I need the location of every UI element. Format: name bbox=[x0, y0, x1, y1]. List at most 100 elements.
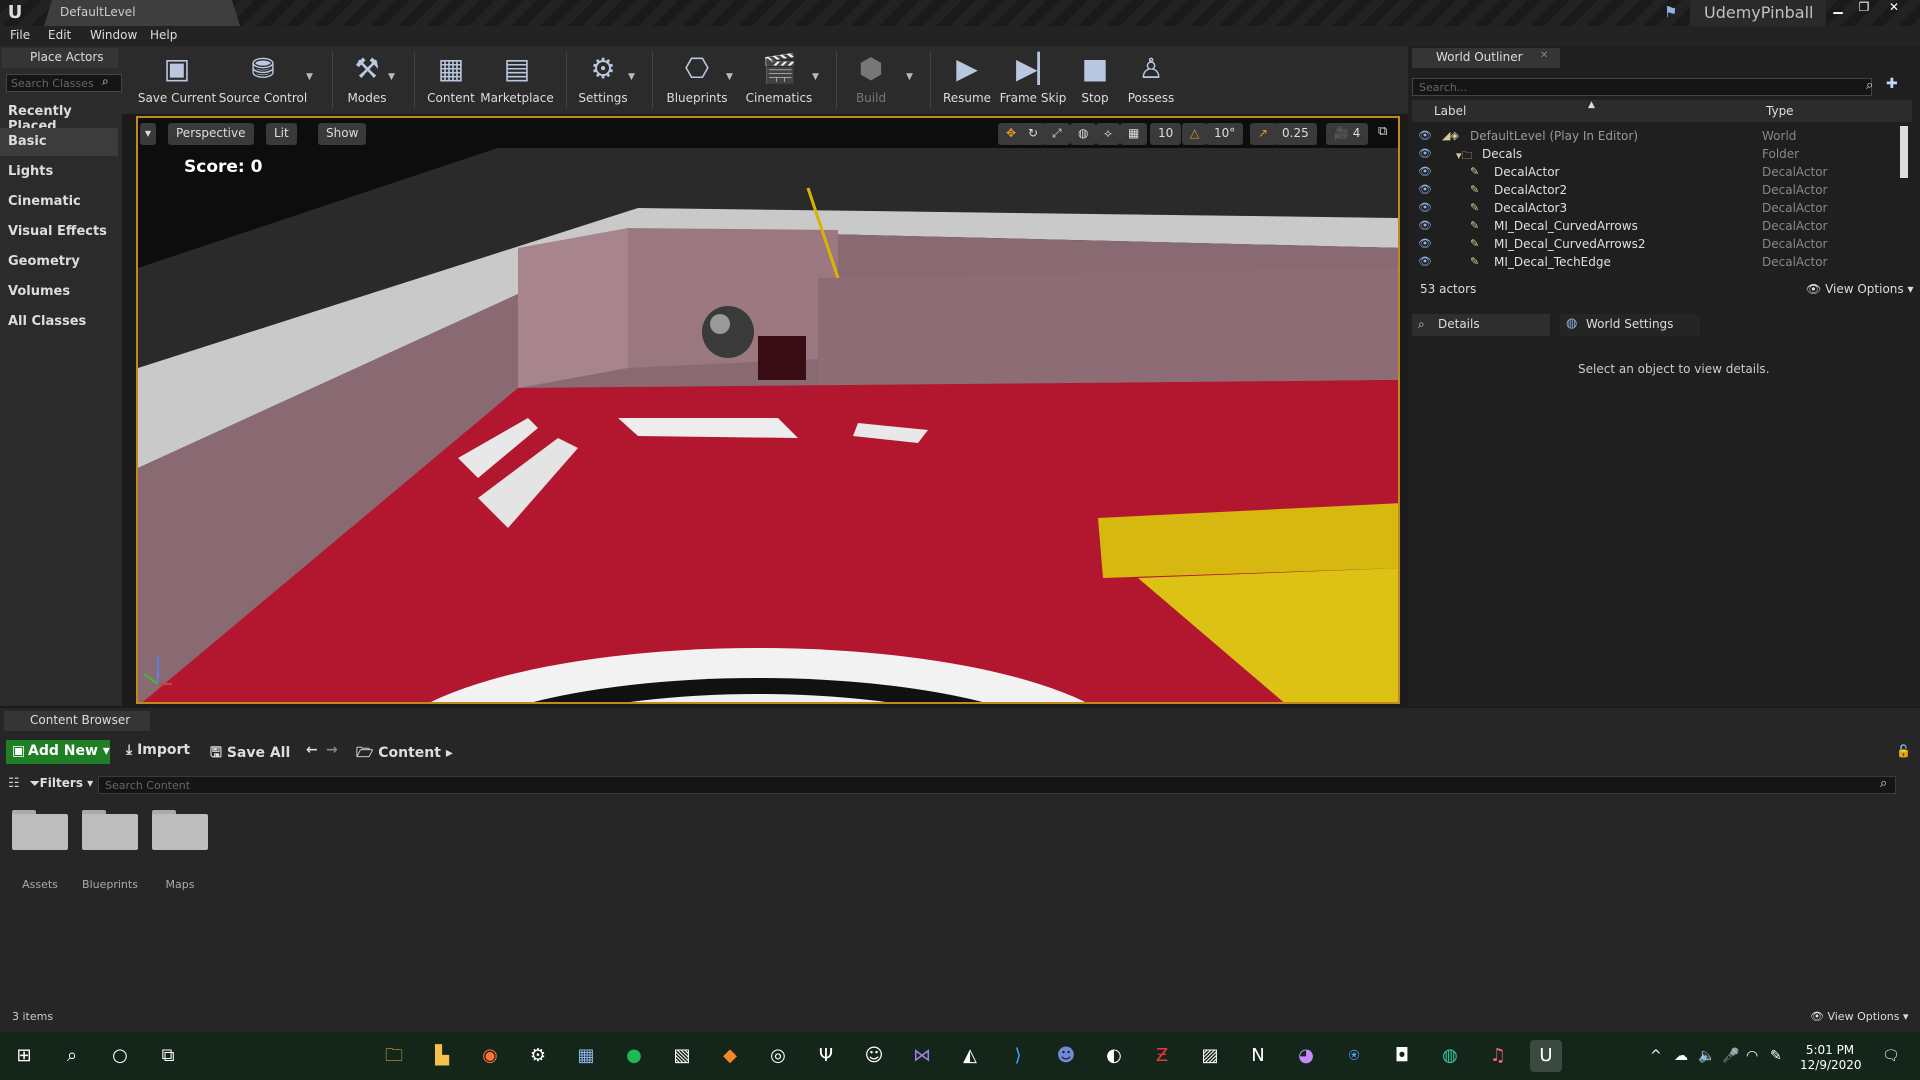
save-all-button[interactable]: 🖫 Save All bbox=[210, 742, 290, 766]
tab-place-actors[interactable]: Place Actors bbox=[2, 48, 118, 68]
app-icon[interactable]: ◕ bbox=[1290, 1040, 1322, 1072]
path-content[interactable]: 🗁 Content ▸ bbox=[356, 742, 453, 766]
visibility-eye-icon[interactable]: 👁 bbox=[1418, 147, 1432, 160]
outliner-row[interactable]: 👁 ✎ MI_Decal_CurvedArrows2 DecalActor bbox=[1412, 236, 1902, 254]
grid-snap-value[interactable]: 10 bbox=[1150, 123, 1182, 145]
minimize-button[interactable]: ▁ bbox=[1826, 0, 1850, 14]
search-icon[interactable]: ⌕ bbox=[1866, 78, 1873, 93]
outliner-row[interactable]: 👁 ✎ MI_Decal_TechEdge DecalActor bbox=[1412, 254, 1902, 272]
viewport-options-button[interactable]: ▾ bbox=[140, 123, 157, 145]
discord-icon[interactable]: ☻ bbox=[1050, 1040, 1082, 1072]
scale-snap-value[interactable]: 0.25 bbox=[1274, 123, 1317, 145]
paint-icon[interactable]: ▨ bbox=[1194, 1040, 1226, 1072]
outliner-row[interactable]: 👁 ◢◈ DefaultLevel (Play In Editor) World bbox=[1412, 128, 1902, 146]
perspective-button[interactable]: Perspective bbox=[168, 123, 254, 145]
content-search-input[interactable]: Search Content bbox=[98, 776, 1896, 794]
import-button[interactable]: ⤓ Import bbox=[126, 742, 190, 758]
outliner-row[interactable]: 👁 ▾🗀 Decals Folder bbox=[1412, 146, 1902, 164]
marketplace-button[interactable]: ▤ Marketplace bbox=[472, 50, 562, 110]
maximize-viewport-icon[interactable]: ⧉ bbox=[1378, 124, 1387, 139]
category-all-classes[interactable]: All Classes bbox=[0, 308, 118, 336]
cinematics-button[interactable]: 🎬 Cinematics bbox=[734, 50, 824, 110]
level-tab[interactable]: DefaultLevel bbox=[44, 0, 240, 26]
system-clock[interactable]: 5:01 PM 12/9/2020 bbox=[1800, 1043, 1862, 1073]
chevron-down-icon[interactable]: ▼ bbox=[812, 72, 819, 82]
forward-arrow-icon[interactable]: → bbox=[326, 742, 338, 758]
settings-icon[interactable]: ⚙ bbox=[522, 1040, 554, 1072]
show-button[interactable]: Show bbox=[318, 123, 367, 145]
category-geometry[interactable]: Geometry bbox=[0, 248, 118, 276]
add-new-button[interactable]: ▣ Add New ▾ bbox=[6, 740, 110, 764]
visibility-eye-icon[interactable]: 👁 bbox=[1418, 201, 1432, 214]
unity-icon[interactable]: ◭ bbox=[954, 1040, 986, 1072]
category-recently-placed[interactable]: Recently Placed bbox=[0, 98, 118, 134]
outliner-scrollbar[interactable] bbox=[1900, 126, 1908, 178]
possess-button[interactable]: ♙ Possess bbox=[1106, 50, 1196, 110]
notion-icon[interactable]: N bbox=[1242, 1040, 1274, 1072]
lit-button[interactable]: Lit bbox=[266, 123, 297, 145]
rotation-snap-value[interactable]: 10° bbox=[1206, 123, 1244, 145]
menu-edit[interactable]: Edit bbox=[48, 28, 71, 42]
spotify-icon[interactable]: ● bbox=[618, 1040, 650, 1072]
category-basic[interactable]: Basic bbox=[0, 128, 118, 156]
visibility-eye-icon[interactable]: 👁 bbox=[1418, 237, 1432, 250]
folder-blueprints[interactable] bbox=[82, 810, 138, 850]
close-button[interactable]: ✕ bbox=[1882, 0, 1906, 14]
notification-icon[interactable]: 🗨 bbox=[1882, 1048, 1900, 1064]
onedrive-icon[interactable]: ☁ bbox=[1674, 1048, 1688, 1064]
save-current-button[interactable]: ▣ Save Current bbox=[132, 50, 222, 110]
unreal-engine-icon[interactable]: U bbox=[1530, 1040, 1562, 1072]
search-icon[interactable]: ⌕ bbox=[56, 1040, 88, 1072]
chevron-down-icon[interactable]: ▼ bbox=[726, 72, 733, 82]
visual-studio-icon[interactable]: ⋈ bbox=[906, 1040, 938, 1072]
grid-snap-icon[interactable]: ▦ bbox=[1120, 123, 1148, 145]
search-icon[interactable]: ⌕ bbox=[1880, 776, 1887, 791]
microphone-icon[interactable]: 🎤 bbox=[1722, 1048, 1739, 1064]
source-control-button[interactable]: ⛃ Source Control bbox=[218, 50, 308, 110]
modes-button[interactable]: ⚒ Modes bbox=[322, 50, 412, 110]
eclipse-icon[interactable]: ◐ bbox=[1098, 1040, 1130, 1072]
windows-start-icon[interactable]: ⊞ bbox=[8, 1040, 40, 1072]
firefox-icon[interactable]: ◉ bbox=[474, 1040, 506, 1072]
build-button[interactable]: ⬢ Build bbox=[826, 50, 916, 110]
app-icon[interactable]: ◍ bbox=[1434, 1040, 1466, 1072]
category-cinematic[interactable]: Cinematic bbox=[0, 188, 118, 216]
chevron-down-icon[interactable]: ▼ bbox=[906, 72, 913, 82]
visibility-eye-icon[interactable]: 👁 bbox=[1418, 183, 1432, 196]
content-view-options-button[interactable]: 👁 View Options ▾ bbox=[1810, 1010, 1909, 1023]
chevron-down-icon[interactable]: ▼ bbox=[306, 72, 313, 82]
world-space-icon[interactable]: ◍ bbox=[1070, 123, 1097, 145]
anime-app-icon[interactable]: ☺ bbox=[858, 1040, 890, 1072]
level-viewport[interactable] bbox=[136, 116, 1400, 704]
rotation-snap-icon[interactable]: △ bbox=[1182, 123, 1208, 145]
filezilla-icon[interactable]: Ƶ bbox=[1146, 1040, 1178, 1072]
pen-icon[interactable]: ✎ bbox=[1770, 1048, 1782, 1064]
outliner-search-input[interactable]: Search... bbox=[1412, 78, 1872, 96]
outliner-row[interactable]: 👁 ✎ DecalActor3 DecalActor bbox=[1412, 200, 1902, 218]
menu-help[interactable]: Help bbox=[150, 28, 177, 42]
close-tab-icon[interactable]: ✕ bbox=[1540, 50, 1548, 61]
rotate-icon[interactable]: ↻ bbox=[1020, 123, 1047, 145]
outliner-row[interactable]: 👁 ✎ DecalActor DecalActor bbox=[1412, 164, 1902, 182]
tab-world-settings[interactable]: World Settings bbox=[1560, 314, 1700, 336]
scale-snap-icon[interactable]: ↗ bbox=[1250, 123, 1277, 145]
visibility-eye-icon[interactable]: 👁 bbox=[1418, 219, 1432, 232]
itunes-icon[interactable]: ♫ bbox=[1482, 1040, 1514, 1072]
search-icon[interactable]: ⌕ bbox=[102, 74, 109, 89]
filters-button[interactable]: ⏷Filters ▾ bbox=[30, 776, 93, 791]
visibility-eye-icon[interactable]: 👁 bbox=[1418, 129, 1432, 142]
tray-chevron-icon[interactable]: ^ bbox=[1650, 1048, 1662, 1064]
add-filter-icon[interactable]: ✚ bbox=[1886, 76, 1898, 92]
category-volumes[interactable]: Volumes bbox=[0, 278, 118, 306]
scale-icon[interactable]: ⤢ bbox=[1044, 123, 1070, 145]
lock-icon[interactable]: 🔓 bbox=[1896, 744, 1911, 758]
tab-content-browser[interactable]: Content Browser bbox=[4, 711, 150, 731]
visibility-eye-icon[interactable]: 👁 bbox=[1418, 255, 1432, 268]
camera-speed-button[interactable]: 🎥 4 bbox=[1326, 123, 1369, 145]
volume-icon[interactable]: 🔈 bbox=[1698, 1048, 1715, 1064]
calculator-icon[interactable]: ▦ bbox=[570, 1040, 602, 1072]
sourcetree-icon[interactable]: ◆ bbox=[714, 1040, 746, 1072]
file-explorer-icon[interactable]: 🗀 bbox=[378, 1040, 410, 1072]
steam-icon[interactable]: ◎ bbox=[762, 1040, 794, 1072]
epic-games-icon[interactable]: ◘ bbox=[1386, 1040, 1418, 1072]
